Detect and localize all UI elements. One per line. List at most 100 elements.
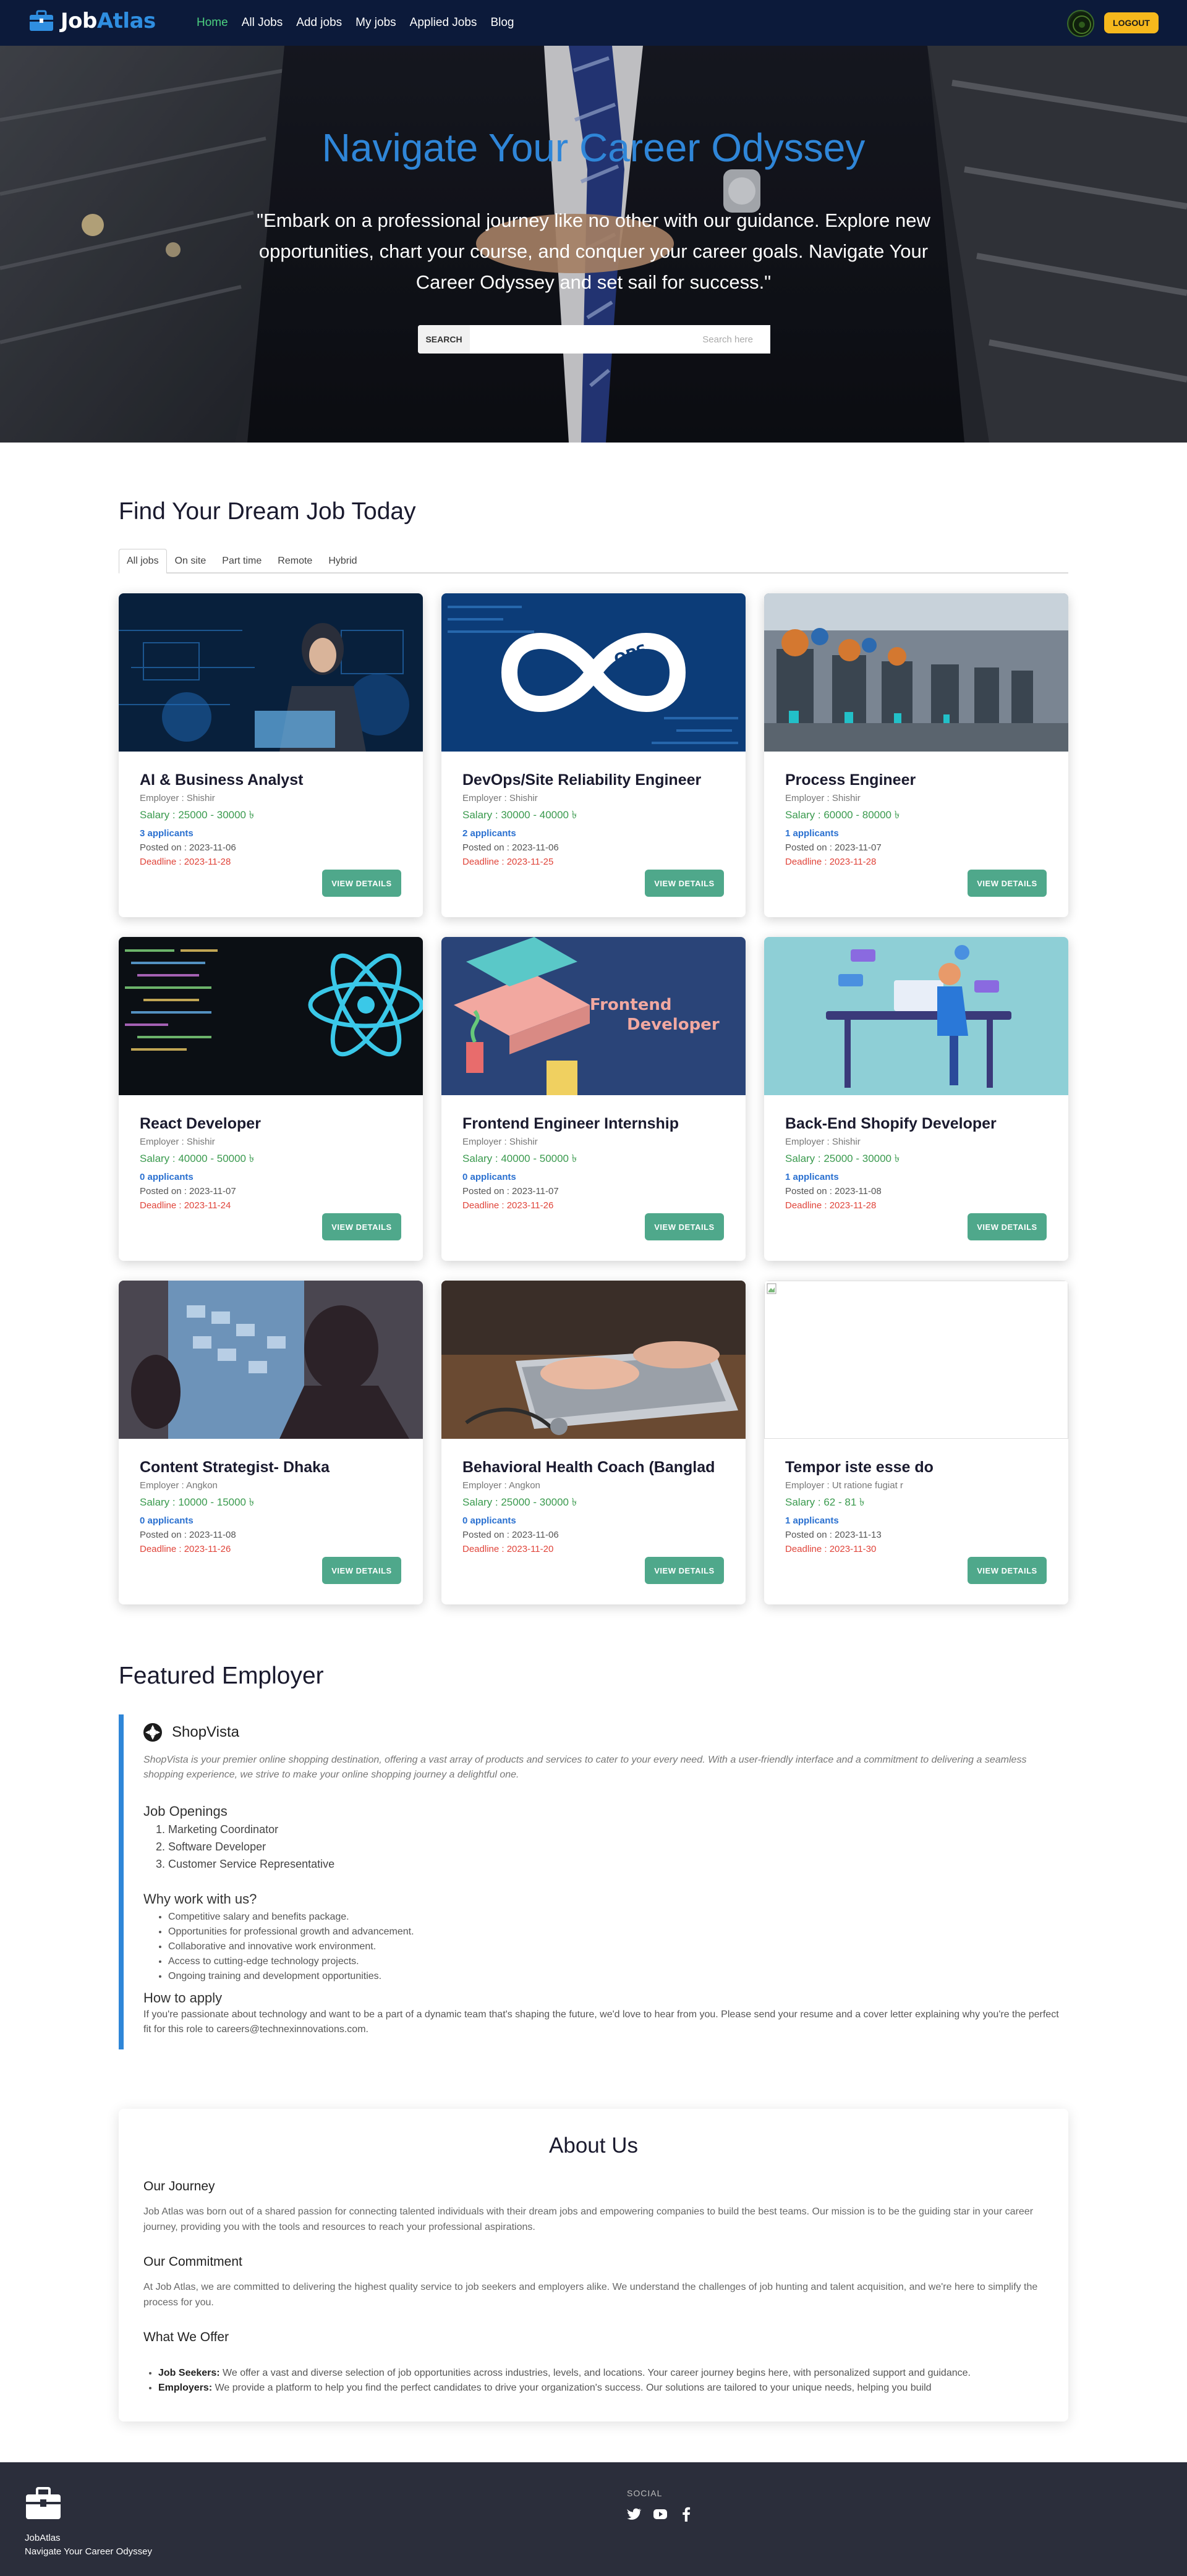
footer-briefcase-icon [25, 2487, 62, 2523]
job-info: React Developer Employer : Shishir Salar… [140, 1115, 406, 1211]
job-salary: Salary : 25000 - 30000 ৳ [140, 809, 255, 821]
tab-remote[interactable]: Remote [270, 549, 320, 574]
benefit-item: Access to cutting-edge technology projec… [168, 1954, 414, 1969]
job-salary: Salary : 30000 - 40000 ৳ [462, 809, 577, 821]
hero-subtitle: "Embark on a professional journey like n… [257, 210, 930, 293]
view-details-button[interactable]: VIEW DETAILS [645, 1557, 724, 1584]
tab-on-site[interactable]: On site [167, 549, 215, 574]
view-details-button[interactable]: VIEW DETAILS [968, 1557, 1047, 1584]
job-openings-list: Marketing Coordinator Software Developer… [168, 1821, 334, 1873]
nav-all-jobs[interactable]: All Jobs [242, 16, 283, 30]
nav-home[interactable]: Home [197, 16, 228, 30]
view-details-button[interactable]: VIEW DETAILS [645, 1213, 724, 1240]
footer-tagline: Navigate Your Career Odyssey [25, 2546, 152, 2557]
view-details-button[interactable]: VIEW DETAILS [322, 1557, 401, 1584]
tab-all-jobs[interactable]: All jobs [119, 549, 167, 574]
job-info: Content Strategist- Dhaka Employer : Ang… [140, 1459, 406, 1554]
facebook-icon[interactable] [679, 2507, 694, 2522]
view-details-button[interactable]: VIEW DETAILS [968, 870, 1047, 897]
job-posted-date: Posted on : 2023-11-13 [785, 1530, 882, 1540]
view-details-button[interactable]: VIEW DETAILS [322, 1213, 401, 1240]
job-posted-date: Posted on : 2023-11-06 [462, 842, 559, 853]
featured-employer-card: ShopVista ShopVista is your premier onli… [119, 1714, 1068, 2049]
commitment-text: At Job Atlas, we are committed to delive… [143, 2282, 1038, 2308]
job-employer: Employer : Shishir [785, 1137, 861, 1147]
view-details-button[interactable]: VIEW DETAILS [968, 1213, 1047, 1240]
how-to-apply-text: If you're passionate about technology an… [143, 2009, 1059, 2035]
job-deadline: Deadline : 2023-11-24 [140, 1200, 231, 1211]
job-deadline: Deadline : 2023-11-26 [462, 1200, 554, 1211]
job-salary: Salary : 10000 - 15000 ৳ [140, 1496, 255, 1508]
job-applicants: 0 applicants [462, 1515, 516, 1526]
job-posted-date: Posted on : 2023-11-07 [140, 1186, 236, 1197]
benefit-item: Ongoing training and development opportu… [168, 1969, 414, 1984]
opening-item: Software Developer [168, 1838, 334, 1855]
job-posted-date: Posted on : 2023-11-06 [462, 1530, 559, 1540]
social-icons [627, 2507, 694, 2522]
ai-analyst-image [119, 593, 423, 752]
featured-section-title: Featured Employer [119, 1663, 324, 1689]
nav-add-jobs[interactable]: Add jobs [296, 16, 342, 30]
job-posted-date: Posted on : 2023-11-07 [785, 842, 882, 853]
broken-image [764, 1281, 1068, 1439]
offer-item: Job Seekers: We offer a vast and diverse… [158, 2366, 1049, 2381]
nav-applied-jobs[interactable]: Applied Jobs [410, 16, 477, 30]
opening-item: Customer Service Representative [168, 1855, 334, 1873]
hero-title: Navigate Your Career Odyssey [321, 125, 866, 170]
journey-text: Job Atlas was born out of a shared passi… [143, 2206, 1034, 2232]
job-card: DEV OPS DevOps/Site Reliability Engineer… [441, 593, 746, 917]
job-card: Content Strategist- Dhaka Employer : Ang… [119, 1281, 423, 1604]
job-deadline: Deadline : 2023-11-26 [140, 1544, 231, 1554]
about-title: About Us [549, 2133, 638, 2158]
job-applicants: 1 applicants [785, 1172, 839, 1182]
job-deadline: Deadline : 2023-11-28 [140, 857, 231, 867]
benefit-item: Collaborative and innovative work enviro… [168, 1939, 414, 1954]
svg-text:DEV: DEV [540, 664, 580, 684]
job-posted-date: Posted on : 2023-11-08 [785, 1186, 882, 1197]
job-applicants: 0 applicants [140, 1515, 194, 1526]
benefit-item: Competitive salary and benefits package. [168, 1910, 414, 1925]
journey-heading: Our Journey [143, 2179, 215, 2193]
nav-blog[interactable]: Blog [490, 16, 514, 30]
backend-illustration [764, 937, 1068, 1095]
job-card: Process Engineer Employer : Shishir Sala… [764, 593, 1068, 917]
user-avatar[interactable] [1067, 10, 1094, 37]
nav-my-jobs[interactable]: My jobs [355, 16, 396, 30]
job-title: DevOps/Site Reliability Engineer [462, 771, 702, 789]
offer-list: Job Seekers: We offer a vast and diverse… [158, 2366, 1049, 2396]
job-applicants: 0 applicants [462, 1172, 516, 1182]
svg-text:Frontend: Frontend [590, 996, 671, 1014]
offer-item: Employers: We provide a platform to help… [158, 2381, 1049, 2396]
youtube-icon[interactable] [653, 2507, 668, 2522]
employer-name: ShopVista [172, 1724, 239, 1740]
job-info: AI & Business Analyst Employer : Shishir… [140, 771, 406, 867]
tab-hybrid[interactable]: Hybrid [320, 549, 365, 574]
job-employer: Employer : Angkon [140, 1480, 218, 1491]
opening-item: Marketing Coordinator [168, 1821, 334, 1838]
brand-logo[interactable]: JobAtlas [28, 9, 156, 33]
job-card: Behavioral Health Coach (Banglad Employe… [441, 1281, 746, 1604]
briefcase-icon [28, 10, 54, 32]
search-label: SEARCH [418, 325, 470, 354]
job-posted-date: Posted on : 2023-11-08 [140, 1530, 236, 1540]
footer: JobAtlas Navigate Your Career Odyssey SO… [0, 2462, 1187, 2576]
why-work-heading: Why work with us? [143, 1891, 257, 1907]
factory-image [764, 593, 1068, 752]
footer-brand: JobAtlas Navigate Your Career Odyssey [25, 2532, 152, 2559]
twitter-icon[interactable] [627, 2507, 642, 2522]
logout-button[interactable]: LOGOUT [1104, 12, 1159, 33]
job-card: React Developer Employer : Shishir Salar… [119, 937, 423, 1261]
job-title: Content Strategist- Dhaka [140, 1459, 330, 1476]
job-deadline: Deadline : 2023-11-28 [785, 857, 877, 867]
frontend-illustration: Frontend Developer [441, 937, 746, 1095]
job-info: DevOps/Site Reliability Engineer Employe… [462, 771, 728, 867]
job-deadline: Deadline : 2023-11-20 [462, 1544, 554, 1554]
job-applicants: 0 applicants [140, 1172, 194, 1182]
job-tabs: All jobs On site Part time Remote Hybrid [119, 549, 1068, 574]
shopvista-logo-icon [143, 1723, 162, 1742]
search-bar: SEARCH [418, 325, 770, 354]
view-details-button[interactable]: VIEW DETAILS [322, 870, 401, 897]
view-details-button[interactable]: VIEW DETAILS [645, 870, 724, 897]
search-input[interactable] [470, 325, 770, 354]
tab-part-time[interactable]: Part time [214, 549, 270, 574]
